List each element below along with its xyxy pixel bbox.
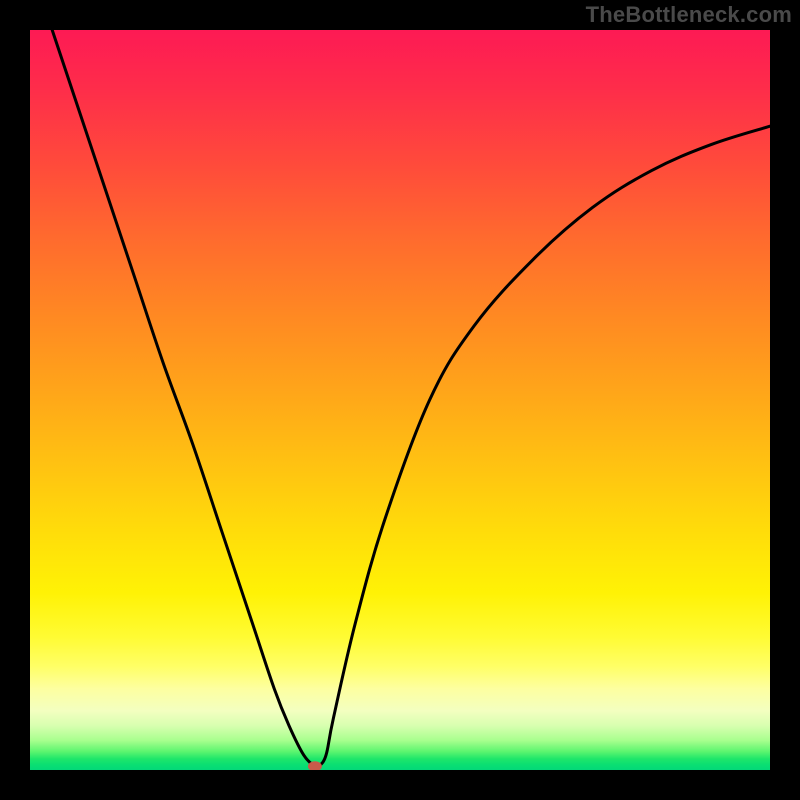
bottleneck-chart (30, 30, 770, 770)
bottleneck-curve (52, 30, 770, 768)
chart-container: TheBottleneck.com (0, 0, 800, 800)
watermark-text: TheBottleneck.com (586, 2, 792, 28)
